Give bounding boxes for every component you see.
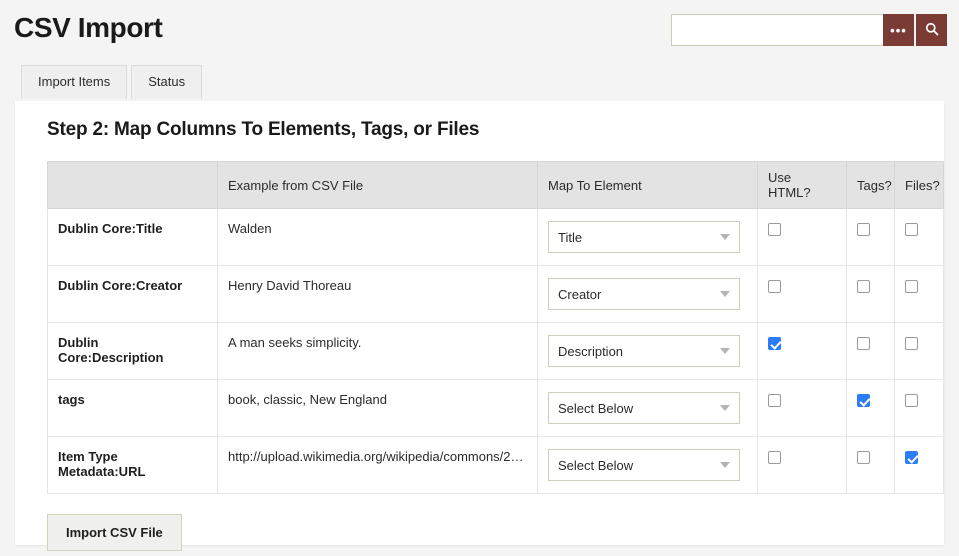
advanced-search-button[interactable]: ••• [883, 14, 914, 46]
csv-example-value: book, classic, New England [217, 379, 538, 437]
csv-column-name: Item Type Metadata:URL [47, 436, 218, 494]
column-mapping-table: Example from CSV File Map To Element Use… [47, 161, 944, 494]
tags-cell [846, 436, 895, 494]
files-cell [894, 265, 944, 323]
csv-column-name: tags [47, 379, 218, 437]
csv-column-name: Dublin Core:Title [47, 208, 218, 266]
use-html-cell [757, 379, 847, 437]
map-to-element-select[interactable]: Description [548, 335, 740, 367]
use-html-cell [757, 436, 847, 494]
tags-checkbox[interactable] [857, 223, 870, 236]
csv-example-value: http://upload.wikimedia.org/wikipedia/co… [217, 436, 538, 494]
submit-row: Import CSV File [47, 514, 926, 551]
tags-checkbox[interactable] [857, 394, 870, 407]
column-header-files: Files? [894, 161, 944, 209]
chevron-down-icon [720, 291, 730, 297]
csv-example-value: Henry David Thoreau [217, 265, 538, 323]
map-to-element-cell: Description [537, 322, 758, 380]
map-to-element-selected-value: Select Below [558, 400, 634, 416]
search-icon [925, 22, 939, 39]
step-title: Step 2: Map Columns To Elements, Tags, o… [47, 119, 480, 140]
tags-checkbox[interactable] [857, 337, 870, 350]
search-submit-button[interactable] [916, 14, 947, 46]
ellipsis-icon: ••• [890, 22, 907, 38]
map-to-element-select[interactable]: Title [548, 221, 740, 253]
table-row: Dublin Core:Description A man seeks simp… [47, 322, 944, 380]
use-html-checkbox[interactable] [768, 280, 781, 293]
table-header-row: Example from CSV File Map To Element Use… [47, 161, 944, 209]
table-body: Dublin Core:Title Walden Title Dublin Co… [47, 208, 944, 494]
map-to-element-selected-value: Select Below [558, 457, 634, 473]
csv-example-value: A man seeks simplicity. [217, 322, 538, 380]
chevron-down-icon [720, 348, 730, 354]
files-checkbox[interactable] [905, 451, 918, 464]
csv-column-name: Dublin Core:Creator [47, 265, 218, 323]
map-to-element-cell: Title [537, 208, 758, 266]
map-to-element-selected-value: Title [558, 229, 583, 245]
column-header-map-to-element: Map To Element [537, 161, 758, 209]
tab-status[interactable]: Status [131, 65, 203, 100]
chevron-down-icon [720, 405, 730, 411]
files-checkbox[interactable] [905, 280, 918, 293]
tab-bar: Import Items Status [21, 65, 203, 100]
map-to-element-cell: Creator [537, 265, 758, 323]
map-to-element-selected-value: Description [558, 343, 624, 359]
table-header: Example from CSV File Map To Element Use… [47, 161, 944, 209]
files-checkbox[interactable] [905, 394, 918, 407]
search-input[interactable] [671, 14, 883, 46]
map-to-element-cell: Select Below [537, 436, 758, 494]
use-html-checkbox[interactable] [768, 223, 781, 236]
files-cell [894, 436, 944, 494]
use-html-cell [757, 265, 847, 323]
map-to-element-selected-value: Creator [558, 286, 602, 302]
table-row: Dublin Core:Creator Henry David Thoreau … [47, 265, 944, 323]
tags-cell [846, 379, 895, 437]
use-html-checkbox[interactable] [768, 337, 781, 350]
use-html-cell [757, 208, 847, 266]
table-row: Item Type Metadata:URL http://upload.wik… [47, 436, 944, 494]
files-cell [894, 379, 944, 437]
tags-checkbox[interactable] [857, 280, 870, 293]
map-to-element-select[interactable]: Creator [548, 278, 740, 310]
map-to-element-select[interactable]: Select Below [548, 392, 740, 424]
map-to-element-select[interactable]: Select Below [548, 449, 740, 481]
use-html-checkbox[interactable] [768, 394, 781, 407]
import-csv-file-button[interactable]: Import CSV File [47, 514, 182, 551]
tags-cell [846, 322, 895, 380]
column-header-use-html: Use HTML? [757, 161, 847, 209]
use-html-cell [757, 322, 847, 380]
table-row: Dublin Core:Title Walden Title [47, 208, 944, 266]
column-header-example: Example from CSV File [217, 161, 538, 209]
search-form: ••• [671, 14, 947, 46]
table-row: tags book, classic, New England Select B… [47, 379, 944, 437]
tags-cell [846, 265, 895, 323]
files-checkbox[interactable] [905, 337, 918, 350]
files-cell [894, 208, 944, 266]
map-to-element-cell: Select Below [537, 379, 758, 437]
files-checkbox[interactable] [905, 223, 918, 236]
csv-column-name: Dublin Core:Description [47, 322, 218, 380]
column-header-tags: Tags? [846, 161, 895, 209]
content-panel: Step 2: Map Columns To Elements, Tags, o… [15, 101, 944, 551]
tab-import-items-label: Import Items [38, 74, 111, 89]
tab-status-label: Status [148, 74, 186, 89]
chevron-down-icon [720, 234, 730, 240]
column-header-name [47, 161, 218, 209]
tags-checkbox[interactable] [857, 451, 870, 464]
page-title: CSV Import [14, 12, 163, 43]
chevron-down-icon [720, 462, 730, 468]
use-html-checkbox[interactable] [768, 451, 781, 464]
page-header: CSV Import ••• [0, 0, 959, 60]
tab-import-items[interactable]: Import Items [21, 65, 128, 100]
tags-cell [846, 208, 895, 266]
csv-example-value: Walden [217, 208, 538, 266]
files-cell [894, 322, 944, 380]
